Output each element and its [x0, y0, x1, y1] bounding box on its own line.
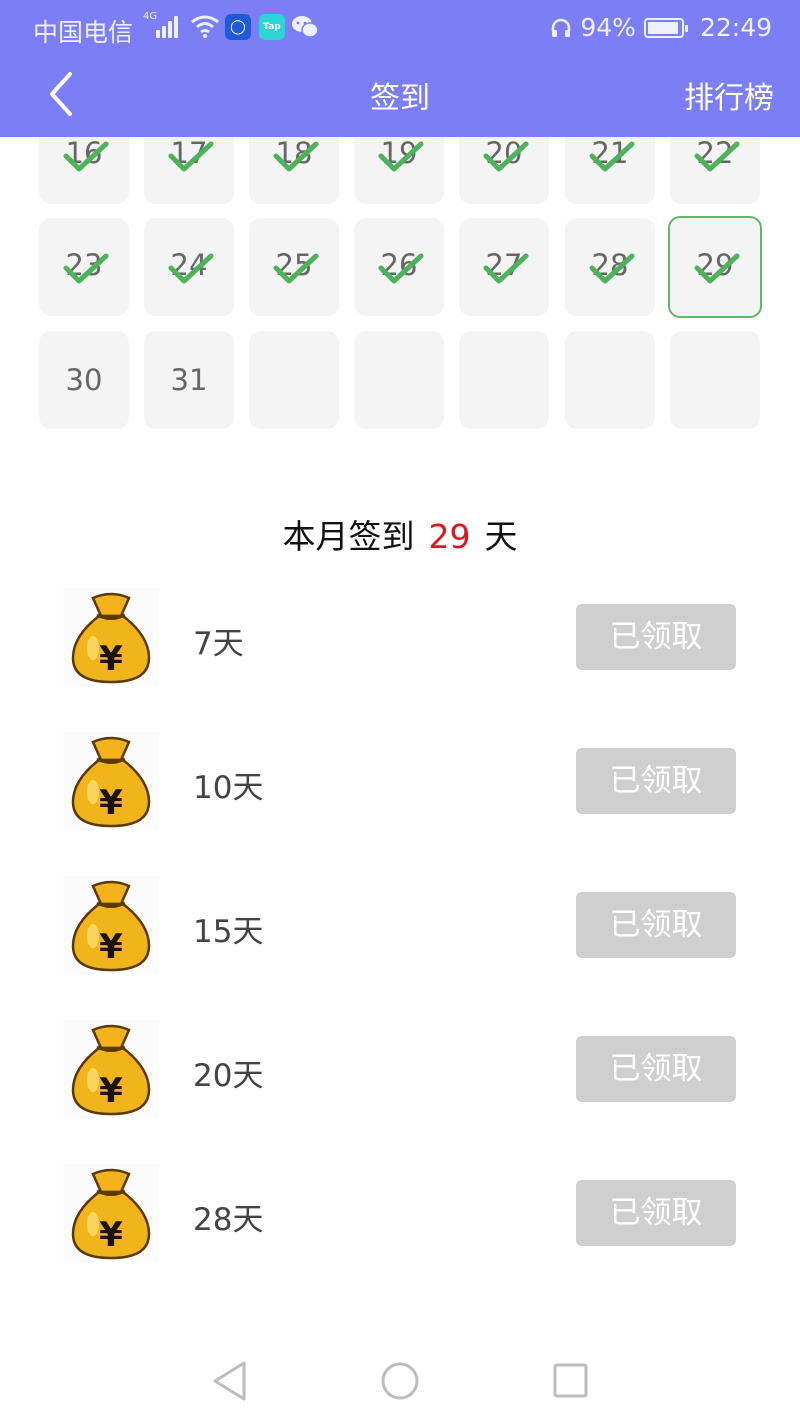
summary-prefix: 本月签到: [282, 517, 415, 556]
reward-days-label: 10天: [193, 770, 264, 806]
money-bag-icon: ¥: [63, 876, 159, 974]
battery-icon: [643, 17, 688, 38]
reward-row: ¥10天 已领取: [0, 732, 800, 832]
reward-row: ¥15天 已领取: [0, 876, 800, 976]
money-bag-icon: ¥: [63, 732, 159, 830]
calendar-day-27[interactable]: 27: [459, 218, 549, 316]
calendar-day-28[interactable]: 28: [565, 218, 655, 316]
system-nav-bar: [0, 1340, 800, 1422]
leaderboard-button[interactable]: 排行榜: [684, 73, 774, 117]
check-icon: [483, 141, 529, 172]
claimed-button[interactable]: 已领取: [576, 1180, 736, 1246]
claimed-button[interactable]: 已领取: [576, 604, 736, 670]
calendar-day-31[interactable]: 31: [144, 331, 234, 429]
status-bar: 中国电信 4G ◯ Tap 94% 22:49: [0, 0, 800, 56]
summary-suffix: 天: [484, 517, 518, 556]
svg-text:¥: ¥: [99, 927, 123, 967]
nav-back-icon[interactable]: [210, 1360, 250, 1402]
svg-text:¥: ¥: [99, 1215, 123, 1255]
reward-row: ¥28天 已领取: [0, 1164, 800, 1264]
network-type: 4G: [143, 11, 158, 22]
nav-recents-icon[interactable]: [551, 1360, 591, 1402]
signal-icon: [156, 14, 178, 38]
check-icon: [63, 141, 109, 172]
wifi-icon: [191, 15, 219, 38]
page-title: 签到: [370, 81, 430, 116]
calendar-day-empty: [670, 331, 760, 429]
check-icon: [378, 141, 424, 172]
monthly-checkin-summary: 本月签到 29 天: [0, 510, 800, 558]
calendar-day-23[interactable]: 23: [39, 218, 129, 316]
svg-text:¥: ¥: [99, 783, 123, 823]
check-icon: [483, 253, 529, 284]
nav-home-icon[interactable]: [380, 1360, 420, 1402]
carrier-name: 中国电信: [33, 18, 134, 47]
calendar-day-30[interactable]: 30: [39, 331, 129, 429]
svg-text:¥: ¥: [99, 1071, 123, 1111]
check-icon: [273, 141, 319, 172]
check-icon: [378, 253, 424, 284]
svg-text:¥: ¥: [99, 639, 123, 679]
calendar-day-24[interactable]: 24: [144, 218, 234, 316]
top-app-bar: 中国电信 4G ◯ Tap 94% 22:49 签到 排行榜: [0, 0, 800, 137]
check-icon: [589, 141, 635, 172]
check-icon: [168, 253, 214, 284]
calendar-day-number: 30: [65, 363, 103, 397]
reward-days-label: 15天: [193, 914, 264, 950]
headphones-icon: [552, 18, 571, 37]
check-icon: [694, 253, 740, 284]
calendar-day-number: 31: [170, 363, 208, 397]
calendar-day-25[interactable]: 25: [249, 218, 339, 316]
claimed-button[interactable]: 已领取: [576, 748, 736, 814]
calendar-day-empty: [459, 331, 549, 429]
bulb-app-icon: ◯: [225, 14, 251, 40]
battery-percent: 94%: [580, 13, 636, 42]
check-icon: [63, 253, 109, 284]
money-bag-icon: ¥: [63, 1164, 159, 1262]
reward-days-label: 20天: [193, 1058, 264, 1094]
calendar-day-empty: [249, 331, 339, 429]
claimed-button[interactable]: 已领取: [576, 1036, 736, 1102]
calendar-day-empty: [354, 331, 444, 429]
reward-row: ¥7天 已领取: [0, 588, 800, 688]
money-bag-icon: ¥: [63, 1020, 159, 1118]
reward-days-label: 7天: [193, 626, 244, 662]
check-icon: [589, 253, 635, 284]
check-icon: [694, 141, 740, 172]
money-bag-icon: ¥: [63, 588, 159, 686]
calendar-day-26[interactable]: 26: [354, 218, 444, 316]
calendar-day-29[interactable]: 29: [668, 216, 762, 318]
taptap-app-icon: Tap: [259, 14, 285, 40]
reward-days-label: 28天: [193, 1202, 264, 1238]
checkin-count: 29: [428, 517, 471, 556]
reward-row: ¥20天 已领取: [0, 1020, 800, 1120]
wechat-icon: [292, 16, 319, 38]
check-icon: [168, 141, 214, 172]
calendar-day-empty: [565, 331, 655, 429]
clock: 22:49: [699, 13, 772, 42]
check-icon: [273, 253, 319, 284]
claimed-button[interactable]: 已领取: [576, 892, 736, 958]
